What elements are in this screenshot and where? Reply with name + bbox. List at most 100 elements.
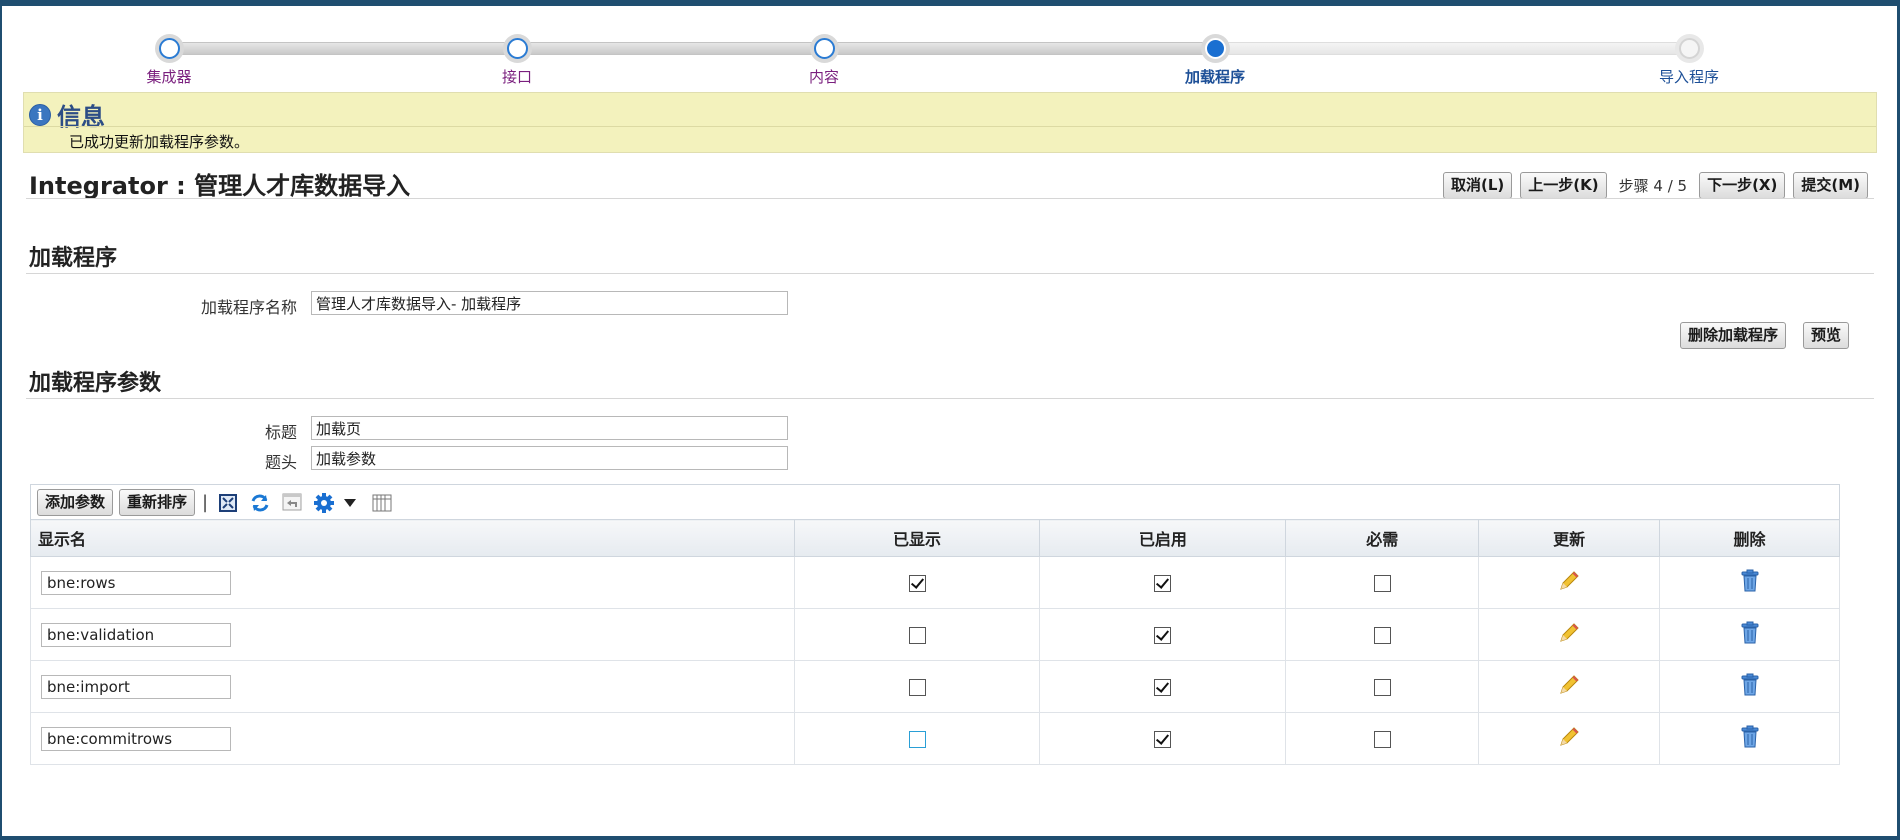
- delete-loader-button[interactable]: 删除加载程序: [1680, 322, 1787, 349]
- displayed-cell: [793, 660, 1041, 713]
- trash-icon[interactable]: [1739, 621, 1761, 649]
- params-title-field[interactable]: [311, 416, 788, 440]
- preview-button[interactable]: 预览: [1803, 322, 1850, 349]
- train-step-interface[interactable]: 接口: [437, 34, 597, 87]
- loader-section-title: 加载程序: [29, 246, 118, 271]
- enabled-checkbox[interactable]: [1154, 627, 1172, 644]
- enabled-checkbox[interactable]: [1154, 575, 1172, 592]
- page-title-divider: [26, 198, 1874, 199]
- displayed-cell: [793, 608, 1041, 661]
- pencil-icon[interactable]: [1557, 622, 1581, 649]
- loader-name-field[interactable]: [311, 291, 788, 315]
- train-step-circle: [1200, 34, 1230, 63]
- train-step-content[interactable]: 内容: [744, 34, 904, 87]
- train-step-circle: [154, 34, 184, 63]
- required-checkbox[interactable]: [1373, 575, 1391, 592]
- cancel-button[interactable]: 取消(L): [1443, 172, 1513, 199]
- delete-cell: [1659, 608, 1840, 661]
- required-cell: [1285, 608, 1480, 661]
- enabled-cell: [1039, 660, 1287, 713]
- required-cell: [1285, 556, 1480, 609]
- table-row: [30, 608, 1840, 661]
- train-step-label: 集成器: [146, 68, 192, 86]
- page-title: Integrator : 管理人才库数据导入: [29, 172, 411, 200]
- display-name-field[interactable]: [41, 622, 231, 647]
- enabled-checkbox[interactable]: [1154, 731, 1172, 748]
- trash-icon[interactable]: [1739, 725, 1761, 753]
- required-checkbox[interactable]: [1373, 679, 1391, 696]
- add-parameter-button[interactable]: 添加参数: [37, 489, 114, 516]
- submit-button[interactable]: 提交(M): [1793, 172, 1868, 199]
- table-toolbar: 添加参数 重新排序 |: [30, 484, 1840, 520]
- table-row: [30, 712, 1840, 765]
- dropdown-icon[interactable]: [343, 490, 357, 516]
- params-header-label: 题头: [264, 453, 297, 472]
- toolbar-separator: |: [202, 492, 209, 513]
- info-message: 已成功更新加载程序参数。: [69, 133, 250, 151]
- column-header-required[interactable]: 必需: [1285, 519, 1480, 557]
- params-header-field[interactable]: [311, 446, 788, 470]
- next-button[interactable]: 下一步(X): [1699, 172, 1786, 199]
- column-header-displayed[interactable]: 已显示: [793, 519, 1041, 557]
- info-icon: i: [29, 103, 51, 126]
- column-header-update: 更新: [1478, 519, 1661, 557]
- required-checkbox[interactable]: [1373, 627, 1391, 644]
- required-cell: [1285, 712, 1480, 765]
- train-step-circle: [809, 34, 839, 63]
- trash-icon[interactable]: [1739, 569, 1761, 597]
- pencil-icon[interactable]: [1557, 674, 1581, 701]
- train-line-completed: [166, 42, 1218, 55]
- main-frame: 集成器 接口 内容 加载程序 导入程序 i 信息 已成功更新加载程序参数。 In…: [2, 6, 1897, 836]
- train-step-loader: 加载程序: [1135, 34, 1295, 87]
- display-name-cell: [30, 556, 795, 609]
- display-name-cell: [30, 712, 795, 765]
- update-cell: [1478, 712, 1661, 765]
- trash-icon[interactable]: [1739, 673, 1761, 701]
- displayed-checkbox[interactable]: [908, 627, 926, 644]
- display-name-cell: [30, 660, 795, 713]
- displayed-checkbox[interactable]: [908, 679, 926, 696]
- display-name-field[interactable]: [41, 674, 231, 699]
- refresh-icon[interactable]: [247, 490, 273, 516]
- enabled-cell: [1039, 608, 1287, 661]
- delete-cell: [1659, 660, 1840, 713]
- pencil-icon[interactable]: [1557, 726, 1581, 753]
- display-name-cell: [30, 608, 795, 661]
- columns-icon[interactable]: [369, 490, 395, 516]
- pencil-icon[interactable]: [1557, 570, 1581, 597]
- train-step-label: 内容: [808, 68, 839, 86]
- update-cell: [1478, 556, 1661, 609]
- train-step-label: 加载程序: [1184, 68, 1245, 86]
- update-cell: [1478, 608, 1661, 661]
- required-checkbox[interactable]: [1373, 731, 1391, 748]
- enabled-checkbox[interactable]: [1154, 679, 1172, 696]
- info-message-box: i 信息 已成功更新加载程序参数。: [23, 92, 1877, 153]
- required-cell: [1285, 660, 1480, 713]
- undo-icon[interactable]: [279, 490, 305, 516]
- wizard-navigation: 取消(L) 上一步(K) 步骤 4 / 5 下一步(X) 提交(M): [1443, 172, 1868, 199]
- displayed-checkbox[interactable]: [908, 575, 926, 592]
- table-header-row: 显示名 已显示 已启用 必需 更新 删除: [30, 519, 1840, 557]
- info-divider: [24, 126, 1876, 127]
- table-row: [30, 556, 1840, 609]
- reorder-button[interactable]: 重新排序: [119, 489, 196, 516]
- update-cell: [1478, 660, 1661, 713]
- loader-name-label: 加载程序名称: [200, 298, 297, 317]
- delete-cell: [1659, 556, 1840, 609]
- train-step-importer[interactable]: 导入程序: [1609, 34, 1769, 87]
- train-step-label: 导入程序: [1658, 68, 1719, 86]
- displayed-checkbox[interactable]: [908, 731, 926, 748]
- step-indicator: 步骤 4 / 5: [1618, 177, 1688, 195]
- column-header-display-name[interactable]: 显示名: [30, 519, 795, 557]
- display-name-field[interactable]: [41, 726, 231, 751]
- back-button[interactable]: 上一步(K): [1520, 172, 1607, 199]
- train-step-integrator[interactable]: 集成器: [89, 34, 249, 87]
- displayed-cell: [793, 712, 1041, 765]
- enabled-cell: [1039, 556, 1287, 609]
- column-header-enabled[interactable]: 已启用: [1039, 519, 1287, 557]
- settings-icon[interactable]: [311, 490, 337, 516]
- display-name-field[interactable]: [41, 570, 231, 595]
- process-train: 集成器 接口 内容 加载程序 导入程序: [2, 6, 1897, 94]
- detach-icon[interactable]: [215, 490, 241, 516]
- enabled-cell: [1039, 712, 1287, 765]
